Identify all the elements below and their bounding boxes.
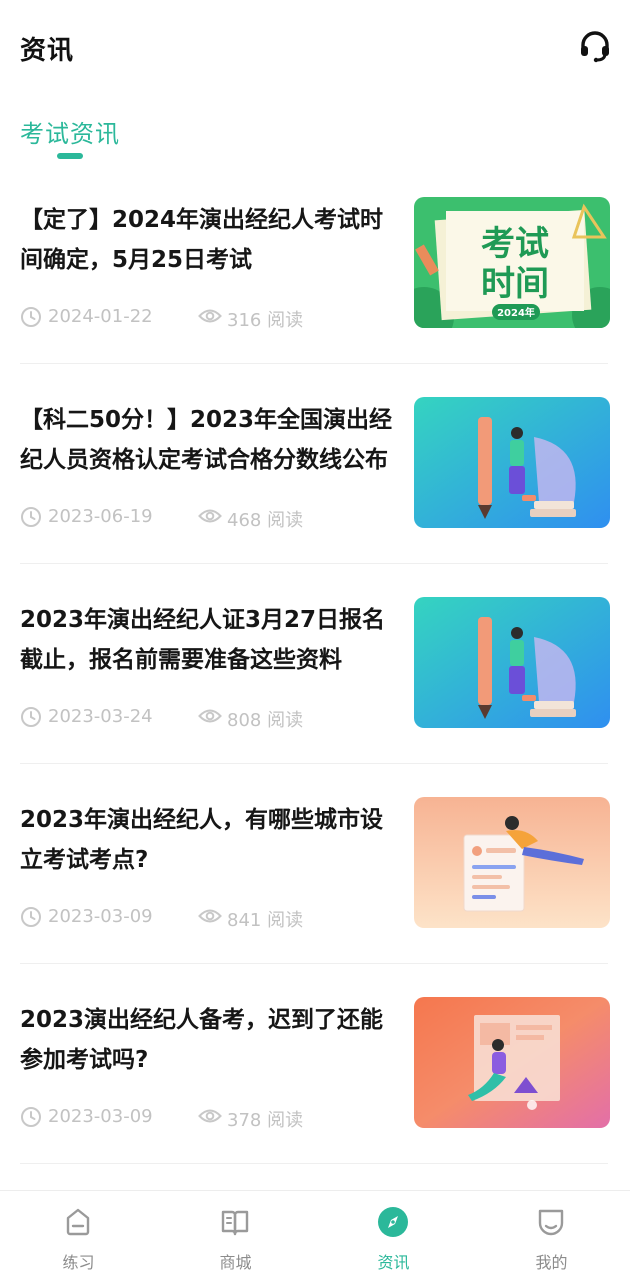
tab-label: 我的 xyxy=(535,1253,568,1272)
article-date: 2024-01-22 xyxy=(48,306,153,327)
eye-icon xyxy=(198,509,222,523)
divider xyxy=(20,1163,608,1164)
article-date: 2023-03-24 xyxy=(48,706,153,727)
thumb-text-1: 考试 xyxy=(481,224,549,264)
thumb-year: 2024年 xyxy=(497,306,535,319)
article-thumbnail xyxy=(414,597,610,728)
tab-label: 资讯 xyxy=(377,1253,410,1272)
eye-icon xyxy=(198,709,222,723)
article-thumbnail xyxy=(414,997,610,1128)
profile-icon xyxy=(538,1209,564,1236)
clock-icon xyxy=(21,307,41,327)
article-date: 2023-03-09 xyxy=(48,906,153,927)
clock-icon xyxy=(21,707,41,727)
article-item[interactable]: 【科二50分！】2023年全国演出经纪人员资格认定考试合格分数线公布 2023-… xyxy=(0,364,630,564)
read-count: 841 阅读 xyxy=(227,910,304,931)
eye-icon xyxy=(198,309,222,323)
tab-label: 商城 xyxy=(219,1253,252,1272)
read-count: 316 阅读 xyxy=(227,310,304,331)
clock-icon xyxy=(21,1107,41,1127)
article-item[interactable]: 2023年演出经纪人，有哪些城市设立考试考点? 2023-03-09 841 阅… xyxy=(0,764,630,964)
clock-icon xyxy=(21,507,41,527)
read-count: 808 阅读 xyxy=(227,710,304,731)
article-title: 2023年演出经纪人，有哪些城市设立考试考点? xyxy=(20,807,384,873)
article-date: 2023-06-19 xyxy=(48,506,153,527)
article-thumbnail: 考试 时间 2024年 xyxy=(414,197,610,328)
tab-label: 练习 xyxy=(62,1253,95,1272)
article-thumbnail xyxy=(414,797,610,928)
book-icon xyxy=(221,1210,249,1236)
page-title: 资讯 xyxy=(20,36,75,66)
article-item[interactable]: 2023年演出经纪人证3月27日报名截止，报名前需要准备这些资料 2023-03… xyxy=(0,564,630,764)
article-title: 【定了】2024年演出经纪人考试时间确定，5月25日考试 xyxy=(20,207,384,273)
tab-active-indicator xyxy=(57,153,83,159)
tab-exam-news[interactable]: 考试资讯 xyxy=(20,114,120,149)
clock-icon xyxy=(21,907,41,927)
bottom-tab-bar: 练习 商城 资讯 我的 xyxy=(0,1190,630,1280)
eye-icon xyxy=(198,909,222,923)
eye-icon xyxy=(198,1109,222,1123)
read-count: 378 阅读 xyxy=(227,1110,304,1131)
article-title: 2023年演出经纪人证3月27日报名截止，报名前需要准备这些资料 xyxy=(20,607,386,673)
read-count: 468 阅读 xyxy=(227,510,304,531)
article-thumbnail xyxy=(414,397,610,528)
article-title: 【科二50分！】2023年全国演出经纪人员资格认定考试合格分数线公布 xyxy=(20,407,393,473)
top-bar: 资讯 xyxy=(0,0,630,100)
compass-icon xyxy=(378,1207,408,1237)
category-tabs: 考试资讯 xyxy=(0,110,630,162)
article-date: 2023-03-09 xyxy=(48,1106,153,1127)
tab-practice[interactable]: 练习 xyxy=(0,1191,157,1280)
practice-icon xyxy=(66,1208,90,1236)
tab-profile[interactable]: 我的 xyxy=(473,1191,630,1280)
thumb-text-2: 时间 xyxy=(481,264,549,304)
tab-mall[interactable]: 商城 xyxy=(157,1191,314,1280)
tab-news[interactable]: 资讯 xyxy=(315,1191,472,1280)
headset-icon[interactable] xyxy=(576,28,614,66)
article-item[interactable]: 【定了】2024年演出经纪人考试时间确定，5月25日考试 2024-01-22 … xyxy=(0,164,630,364)
article-title: 2023演出经纪人备考，迟到了还能参加考试吗? xyxy=(20,1007,384,1073)
article-item[interactable]: 2023演出经纪人备考，迟到了还能参加考试吗? 2023-03-09 378 阅… xyxy=(0,964,630,1164)
